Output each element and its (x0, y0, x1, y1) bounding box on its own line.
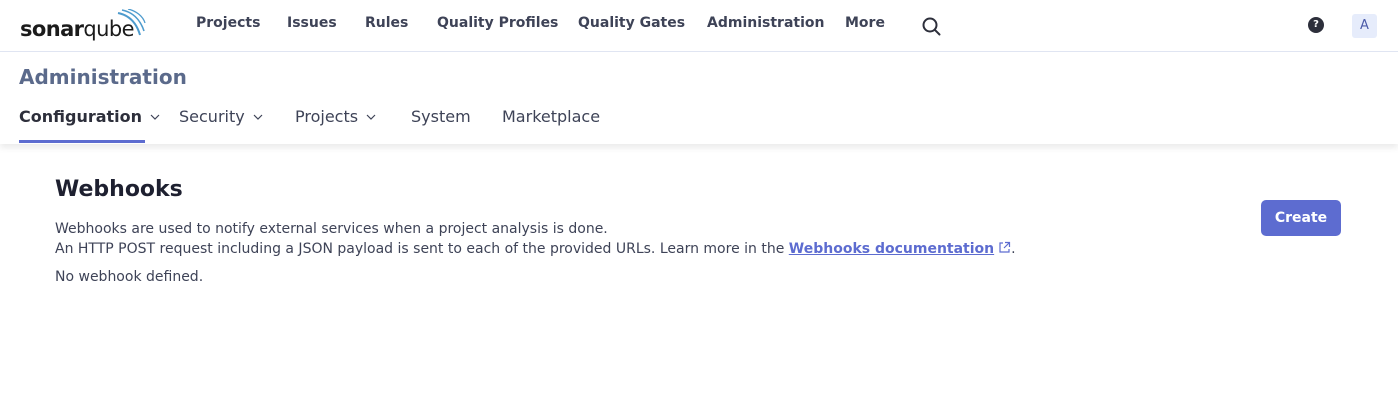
chevron-down-icon (253, 114, 263, 120)
active-tab-indicator (19, 140, 145, 143)
sonarqube-logo[interactable]: sonarqube (20, 9, 152, 41)
description-line-2: An HTTP POST request including a JSON pa… (55, 241, 1016, 257)
nav-quality-gates[interactable]: Quality Gates (578, 15, 685, 31)
logo-waves-icon (117, 9, 146, 36)
description-line-1: Webhooks are used to notify external ser… (55, 221, 608, 237)
external-link-icon (999, 241, 1011, 253)
search-button[interactable] (920, 15, 942, 37)
user-avatar[interactable]: A (1352, 14, 1377, 38)
tab-marketplace-label: Marketplace (502, 107, 601, 126)
nav-projects[interactable]: Projects (196, 15, 260, 31)
tab-marketplace[interactable]: Marketplace (502, 107, 600, 126)
chevron-down-icon (150, 114, 160, 120)
nav-more[interactable]: More (845, 15, 885, 31)
tab-security-label: Security (179, 107, 245, 126)
page-title: Webhooks (55, 177, 183, 202)
page-section-title: Administration (19, 65, 187, 89)
nav-rules[interactable]: Rules (365, 15, 408, 31)
chevron-down-icon (366, 114, 376, 120)
tab-projects[interactable]: Projects (295, 107, 376, 126)
tab-system[interactable]: System (411, 107, 471, 126)
tab-security[interactable]: Security (179, 107, 263, 126)
top-navbar: sonarqube Projects Issues Rules Quality … (0, 0, 1398, 52)
webhooks-documentation-link[interactable]: Webhooks documentation (789, 241, 1011, 257)
nav-administration[interactable]: Administration (707, 15, 824, 31)
doc-link-label: Webhooks documentation (788, 241, 995, 257)
description-line-2-suffix: . (1011, 241, 1016, 257)
tab-projects-label: Projects (295, 107, 359, 126)
nav-issues[interactable]: Issues (287, 15, 337, 31)
help-icon[interactable]: ? (1308, 17, 1324, 33)
tab-configuration-label: Configuration (19, 107, 143, 126)
tab-configuration[interactable]: Configuration (19, 107, 160, 126)
description-line-2-text: An HTTP POST request including a JSON pa… (55, 241, 789, 257)
search-icon (922, 17, 941, 36)
nav-quality-profiles[interactable]: Quality Profiles (437, 15, 558, 31)
empty-state-message: No webhook defined. (55, 269, 204, 285)
tab-system-label: System (411, 107, 471, 126)
create-webhook-button[interactable]: Create (1261, 200, 1341, 236)
admin-header: Administration Configuration Security Pr… (0, 52, 1398, 144)
